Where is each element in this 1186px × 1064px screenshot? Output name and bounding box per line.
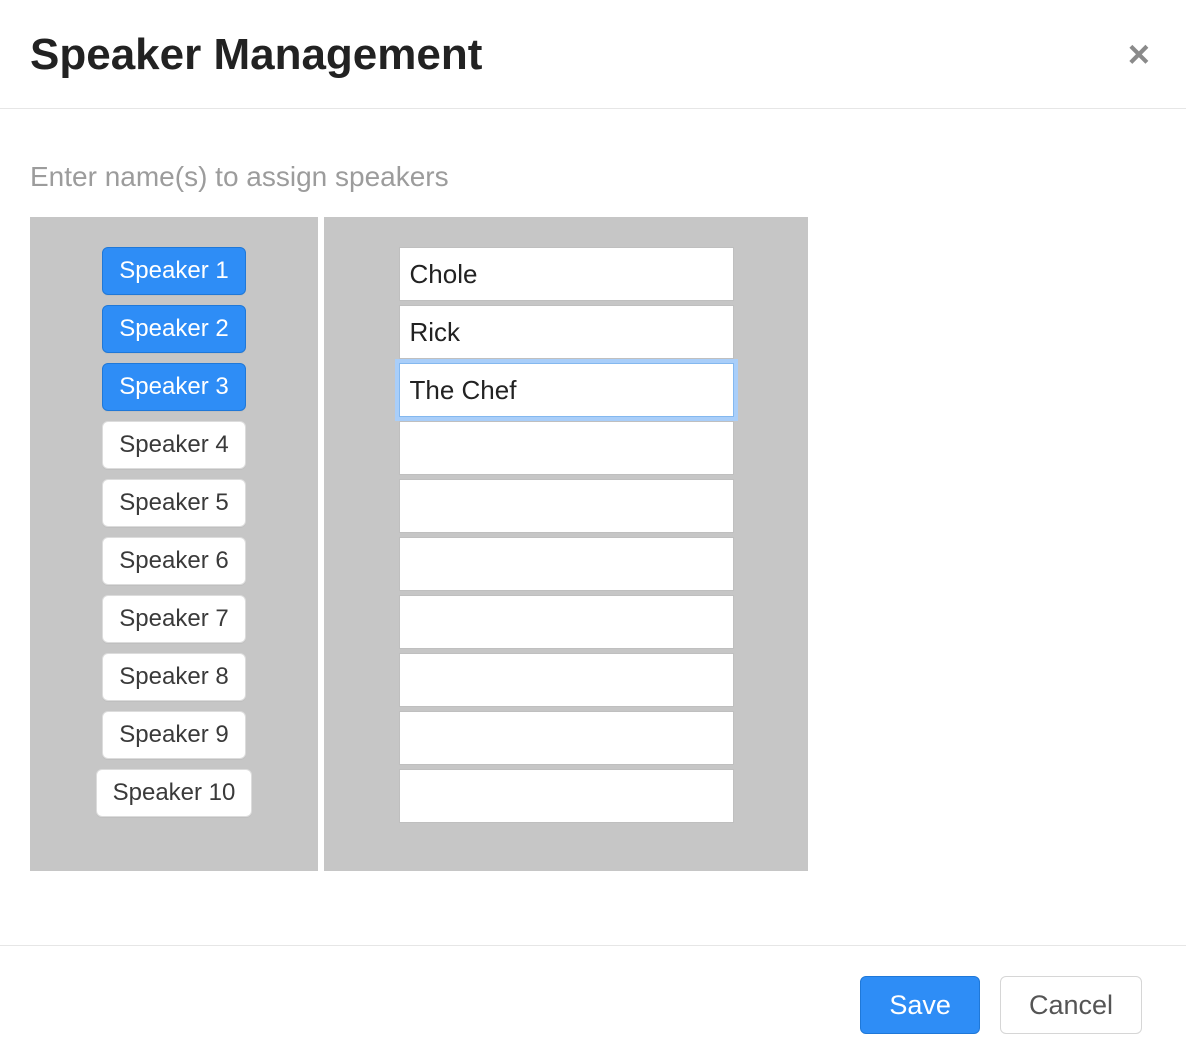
speaker-labels-column: Speaker 1 Speaker 2 Speaker 3 Speaker 4 Spea… (30, 217, 318, 871)
speaker-name-input-9[interactable] (399, 711, 734, 765)
speaker-label-2[interactable]: Speaker 2 (102, 305, 245, 353)
speaker-name-input-2[interactable] (399, 305, 734, 359)
speaker-label-7[interactable]: Speaker 7 (102, 595, 245, 643)
speaker-grid: Speaker 1 Speaker 2 Speaker 3 Speaker 4 Spea… (30, 217, 1156, 871)
speaker-name-input-1[interactable] (399, 247, 734, 301)
speaker-label-1[interactable]: Speaker 1 (102, 247, 245, 295)
dialog-header: Speaker Management × (0, 0, 1186, 109)
close-icon[interactable]: × (1128, 36, 1150, 74)
speaker-name-input-7[interactable] (399, 595, 734, 649)
speaker-label-3[interactable]: Speaker 3 (102, 363, 245, 411)
speaker-label-6[interactable]: Speaker 6 (102, 537, 245, 585)
speaker-name-input-10[interactable] (399, 769, 734, 823)
speaker-label-10[interactable]: Speaker 10 (96, 769, 253, 817)
dialog-title: Speaker Management (30, 30, 482, 80)
speaker-name-input-6[interactable] (399, 537, 734, 591)
speaker-name-input-8[interactable] (399, 653, 734, 707)
speaker-label-8[interactable]: Speaker 8 (102, 653, 245, 701)
speaker-name-input-5[interactable] (399, 479, 734, 533)
cancel-button[interactable]: Cancel (1000, 976, 1142, 1034)
instruction-text: Enter name(s) to assign speakers (30, 161, 1156, 193)
dialog-body: Enter name(s) to assign speakers Speaker… (0, 109, 1186, 945)
speaker-label-5[interactable]: Speaker 5 (102, 479, 245, 527)
speaker-management-dialog: Speaker Management × Enter name(s) to as… (0, 0, 1186, 1064)
speaker-label-9[interactable]: Speaker 9 (102, 711, 245, 759)
speaker-inputs-column (324, 217, 808, 871)
save-button[interactable]: Save (860, 976, 980, 1034)
speaker-name-input-4[interactable] (399, 421, 734, 475)
speaker-name-input-3[interactable] (399, 363, 734, 417)
dialog-footer: Save Cancel (0, 945, 1186, 1064)
speaker-label-4[interactable]: Speaker 4 (102, 421, 245, 469)
